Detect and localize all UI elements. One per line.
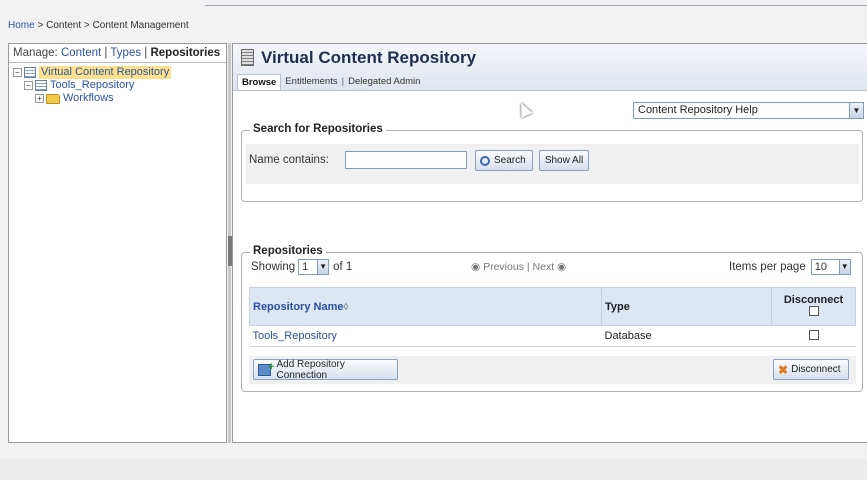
add-connection-icon	[258, 361, 275, 376]
select-all-checkbox[interactable]	[808, 306, 819, 316]
tab-bar: Browse Entitlements | Delegated Admin	[237, 74, 424, 90]
repository-name-link[interactable]: Tools_Repository	[249, 325, 602, 347]
table-row: Tools_Repository Database	[249, 325, 856, 347]
show-all-label: Show All	[544, 155, 584, 166]
page-total: of 1	[333, 261, 353, 273]
manage-types-link[interactable]: Types	[110, 47, 141, 59]
repository-icon	[24, 67, 36, 78]
manage-bar: Manage: Content | Types | Repositories	[9, 44, 226, 63]
previous-link[interactable]: ◉ Previous	[471, 261, 524, 273]
page-title: Virtual Content Repository	[261, 48, 477, 67]
add-button-label: Add Repository Connection	[276, 358, 345, 381]
breadcrumb-sep: >	[81, 20, 93, 31]
repository-page-icon	[241, 49, 254, 66]
items-per-page-label: Items per page	[729, 261, 806, 273]
search-legend: Search for Repositories	[250, 123, 386, 135]
tab-browse[interactable]: Browse	[237, 74, 282, 90]
search-button-label: Search	[494, 155, 526, 166]
table-header-row: Repository Name◊ Type Disconnect	[249, 287, 856, 326]
repository-type: Database	[601, 325, 772, 347]
help-dropdown[interactable]: Content Repository Help ▼	[633, 102, 864, 119]
search-button[interactable]: Search	[475, 150, 533, 171]
tree-item-workflows[interactable]: + Workflows	[13, 92, 226, 105]
breadcrumb-current: Content Management	[92, 20, 189, 31]
disconnect-cell	[771, 325, 856, 347]
folder-icon	[46, 93, 60, 104]
tree-item-label[interactable]: Workflows	[63, 92, 114, 105]
add-repository-connection-button[interactable]: Add Repository Connection	[253, 358, 398, 381]
next-link[interactable]: Next ◉	[533, 261, 567, 273]
disconnect-button-label: Disconnect	[791, 364, 841, 375]
show-all-button[interactable]: Show All	[539, 150, 589, 171]
showing-control: Showing 1 ▼ of 1	[251, 259, 352, 275]
disconnect-button[interactable]: ✖ Disconnect	[773, 359, 849, 380]
expand-icon[interactable]: +	[35, 94, 44, 103]
showing-label: Showing	[251, 261, 296, 273]
manage-label: Manage:	[13, 47, 61, 59]
pager-sep: |	[526, 261, 530, 273]
dropdown-arrow-icon[interactable]: ▼	[317, 260, 329, 274]
pager: ◉ Previous | Next ◉	[471, 261, 566, 273]
collapse-icon[interactable]: −	[13, 68, 22, 77]
mouse-pointer-icon	[515, 100, 533, 118]
tab-delegated-admin[interactable]: Delegated Admin	[344, 74, 424, 90]
tree-item-label[interactable]: Tools_Repository	[50, 79, 134, 92]
top-divider	[205, 5, 867, 6]
manage-repositories-current: Repositories	[150, 47, 221, 59]
name-contains-input[interactable]	[345, 151, 467, 169]
left-panel: Manage: Content | Types | Repositories −…	[8, 43, 227, 443]
disconnect-checkbox[interactable]	[808, 329, 819, 340]
name-contains-label: Name contains:	[249, 154, 329, 166]
repositories-legend: Repositories	[250, 245, 326, 257]
disconnect-x-icon: ✖	[778, 362, 789, 377]
column-label: Disconnect	[783, 294, 844, 306]
collapse-icon[interactable]: −	[24, 81, 33, 90]
dropdown-arrow-icon[interactable]: ▼	[849, 103, 863, 118]
breadcrumb: Home > Content > Content Management	[8, 20, 189, 31]
items-per-page-value: 10	[814, 261, 827, 273]
repository-icon	[35, 80, 47, 91]
column-label: Repository Name	[253, 300, 344, 313]
page-select[interactable]: 1 ▼	[298, 259, 330, 275]
help-dropdown-value: Content Repository Help	[638, 104, 758, 116]
repository-tree: − Virtual Content Repository − Tools_Rep…	[9, 63, 226, 105]
sort-icon[interactable]: ◊	[343, 302, 348, 313]
column-header-disconnect: Disconnect	[771, 287, 856, 326]
manage-content-link[interactable]: Content	[61, 47, 101, 59]
column-header-repository-name[interactable]: Repository Name◊	[249, 287, 602, 326]
tab-entitlements[interactable]: Entitlements	[281, 74, 341, 90]
column-header-type: Type	[601, 287, 772, 326]
search-icon	[480, 155, 490, 166]
main-panel: Virtual Content Repository Browse Entitl…	[232, 43, 867, 443]
items-per-page-control: Items per page 10 ▼	[729, 259, 851, 275]
breadcrumb-home[interactable]: Home	[8, 20, 35, 31]
tree-item-label[interactable]: Virtual Content Repository	[39, 66, 172, 79]
breadcrumb-sep: >	[34, 20, 47, 31]
items-per-page-select[interactable]: 10 ▼	[810, 259, 851, 275]
dropdown-arrow-icon[interactable]: ▼	[838, 260, 850, 274]
page-select-value: 1	[302, 261, 309, 273]
tree-item-tools-repository[interactable]: − Tools_Repository	[13, 79, 226, 92]
repositories-table: Repository Name◊ Type Disconnect Tools_R…	[249, 287, 856, 347]
footer-band	[0, 459, 867, 480]
breadcrumb-content: Content	[46, 20, 82, 31]
page-header: Virtual Content Repository Browse Entitl…	[233, 44, 867, 91]
tree-item-virtual-content-repository[interactable]: − Virtual Content Repository	[13, 66, 226, 79]
